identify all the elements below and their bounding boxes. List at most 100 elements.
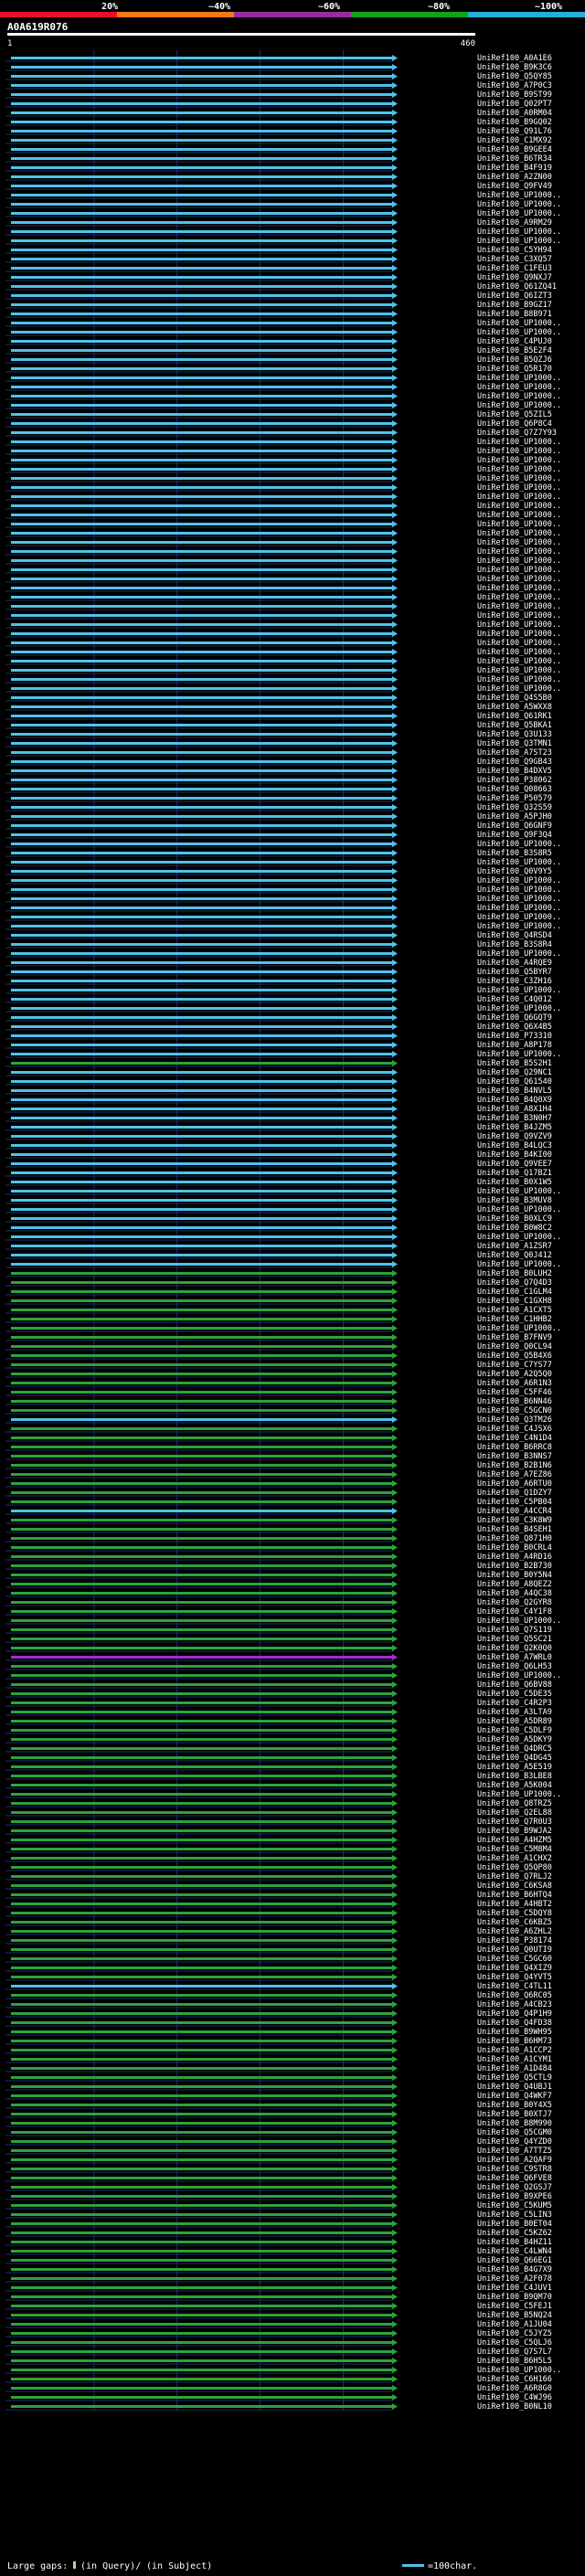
hit-bar[interactable] [11, 313, 393, 315]
hit-label[interactable]: UniRef100_B5QZJ6 [477, 355, 552, 365]
hit-label[interactable]: UniRef100_UP1000.. [477, 840, 561, 849]
hit-bar[interactable] [11, 1546, 393, 1549]
hit-bar[interactable] [11, 1482, 393, 1485]
hit-bar[interactable] [11, 2250, 393, 2253]
hit-bar[interactable] [11, 2140, 393, 2143]
hit-bar[interactable] [11, 1226, 393, 1229]
hit-label[interactable]: UniRef100_Q2K0Q0 [477, 1644, 552, 1653]
hit-bar[interactable] [11, 2204, 393, 2207]
hit-bar[interactable] [11, 2076, 393, 2079]
hit-label[interactable]: UniRef100_UP1000.. [477, 228, 561, 237]
hit-bar[interactable] [11, 2003, 393, 2006]
hit-label[interactable]: UniRef100_Q61540 [477, 1077, 552, 1087]
hit-bar[interactable] [11, 2241, 393, 2243]
hit-bar[interactable] [11, 1171, 393, 1174]
hit-label[interactable]: UniRef100_Q0J412 [477, 1251, 552, 1260]
hit-bar[interactable] [11, 121, 393, 123]
hit-bar[interactable] [11, 1738, 393, 1741]
hit-bar[interactable] [11, 1290, 393, 1293]
hit-bar[interactable] [11, 2231, 393, 2234]
hit-bar[interactable] [11, 1903, 393, 1905]
hit-label[interactable]: UniRef100_B4JZM5 [477, 1123, 552, 1132]
hit-bar[interactable] [11, 1162, 393, 1165]
hit-label[interactable]: UniRef100_A1CXT5 [477, 1306, 552, 1315]
hit-bar[interactable] [11, 2058, 393, 2061]
hit-label[interactable]: UniRef100_Q08663 [477, 785, 552, 794]
hit-bar[interactable] [11, 614, 393, 617]
hit-bar[interactable] [11, 486, 393, 489]
hit-bar[interactable] [11, 1647, 393, 1649]
hit-label[interactable]: UniRef100_UP1000.. [477, 1233, 561, 1242]
hit-label[interactable]: UniRef100_Q6GNF9 [477, 822, 552, 831]
hit-bar[interactable] [11, 175, 393, 178]
hit-bar[interactable] [11, 1208, 393, 1211]
hit-label[interactable]: UniRef100_B0ET04 [477, 2220, 552, 2229]
hit-bar[interactable] [11, 1235, 393, 1238]
hit-bar[interactable] [11, 751, 393, 754]
hit-label[interactable]: UniRef100_C5DE35 [477, 1690, 552, 1699]
hit-label[interactable]: UniRef100_C5GCN0 [477, 1406, 552, 1415]
hit-label[interactable]: UniRef100_C5YH94 [477, 246, 552, 255]
hit-bar[interactable] [11, 733, 393, 736]
hit-bar[interactable] [11, 2177, 393, 2179]
hit-bar[interactable] [11, 2030, 393, 2033]
hit-label[interactable]: UniRef100_UP1000.. [477, 593, 561, 602]
hit-label[interactable]: UniRef100_UP1000.. [477, 986, 561, 995]
hit-bar[interactable] [11, 1574, 393, 1576]
hit-label[interactable]: UniRef100_B0CRL4 [477, 1543, 552, 1553]
hit-bar[interactable] [11, 815, 393, 818]
hit-label[interactable]: UniRef100_B4DXV5 [477, 767, 552, 776]
hit-bar[interactable] [11, 1848, 393, 1850]
hit-bar[interactable] [11, 1436, 393, 1439]
hit-label[interactable]: UniRef100_C5FEJ1 [477, 2302, 552, 2311]
hit-label[interactable]: UniRef100_Q7S7L7 [477, 2348, 552, 2357]
hit-bar[interactable] [11, 1793, 393, 1796]
hit-bar[interactable] [11, 267, 393, 270]
hit-bar[interactable] [11, 1957, 393, 1960]
hit-label[interactable]: UniRef100_B3MUV8 [477, 1196, 552, 1205]
hit-label[interactable]: UniRef100_C3ZH16 [477, 977, 552, 986]
hit-label[interactable]: UniRef100_UP1000.. [477, 328, 561, 337]
hit-bar[interactable] [11, 1354, 393, 1357]
hit-label[interactable]: UniRef100_UP1000.. [477, 949, 561, 959]
hit-bar[interactable] [11, 1363, 393, 1366]
hit-bar[interactable] [11, 1628, 393, 1631]
hit-label[interactable]: UniRef100_B4NVL5 [477, 1087, 552, 1096]
hit-bar[interactable] [11, 1592, 393, 1595]
hit-label[interactable]: UniRef100_C5JYZ5 [477, 2329, 552, 2338]
hit-bar[interactable] [11, 450, 393, 452]
hit-label[interactable]: UniRef100_A4CB23 [477, 2000, 552, 2009]
hit-bar[interactable] [11, 404, 393, 407]
hit-label[interactable]: UniRef100_C3XQ57 [477, 255, 552, 264]
hit-label[interactable]: UniRef100_B6HTQ4 [477, 1891, 552, 1900]
hit-bar[interactable] [11, 669, 393, 672]
hit-label[interactable]: UniRef100_Q9FV49 [477, 182, 552, 191]
hit-label[interactable]: UniRef100_Q7Q4D3 [477, 1278, 552, 1288]
hit-bar[interactable] [11, 1619, 393, 1622]
hit-label[interactable]: UniRef100_UP1000.. [477, 584, 561, 593]
hit-label[interactable]: UniRef100_UP1000.. [477, 575, 561, 584]
hit-bar[interactable] [11, 1153, 393, 1156]
hit-label[interactable]: UniRef100_P38062 [477, 776, 552, 785]
hit-bar[interactable] [11, 1912, 393, 1914]
hit-bar[interactable] [11, 1884, 393, 1887]
hit-bar[interactable] [11, 2378, 393, 2380]
hit-label[interactable]: UniRef100_Q4YZD0 [477, 2137, 552, 2147]
hit-label[interactable]: UniRef100_A5WXX8 [477, 703, 552, 712]
hit-label[interactable]: UniRef100_A7ST23 [477, 748, 552, 758]
hit-label[interactable]: UniRef100_B3N0H7 [477, 1114, 552, 1123]
hit-label[interactable]: UniRef100_UP1000.. [477, 191, 561, 200]
hit-bar[interactable] [11, 1400, 393, 1403]
hit-bar[interactable] [11, 1921, 393, 1924]
hit-bar[interactable] [11, 1217, 393, 1220]
hit-label[interactable]: UniRef100_B3S8R5 [477, 849, 552, 858]
hit-bar[interactable] [11, 2122, 393, 2125]
hit-bar[interactable] [11, 395, 393, 398]
hit-label[interactable]: UniRef100_B8B971 [477, 310, 552, 319]
hit-bar[interactable] [11, 1583, 393, 1585]
hit-label[interactable]: UniRef100_A9RM29 [477, 218, 552, 228]
hit-bar[interactable] [11, 1756, 393, 1759]
hit-bar[interactable] [11, 340, 393, 343]
hit-bar[interactable] [11, 1683, 393, 1686]
hit-label[interactable]: UniRef100_A7TTZ5 [477, 2147, 552, 2156]
